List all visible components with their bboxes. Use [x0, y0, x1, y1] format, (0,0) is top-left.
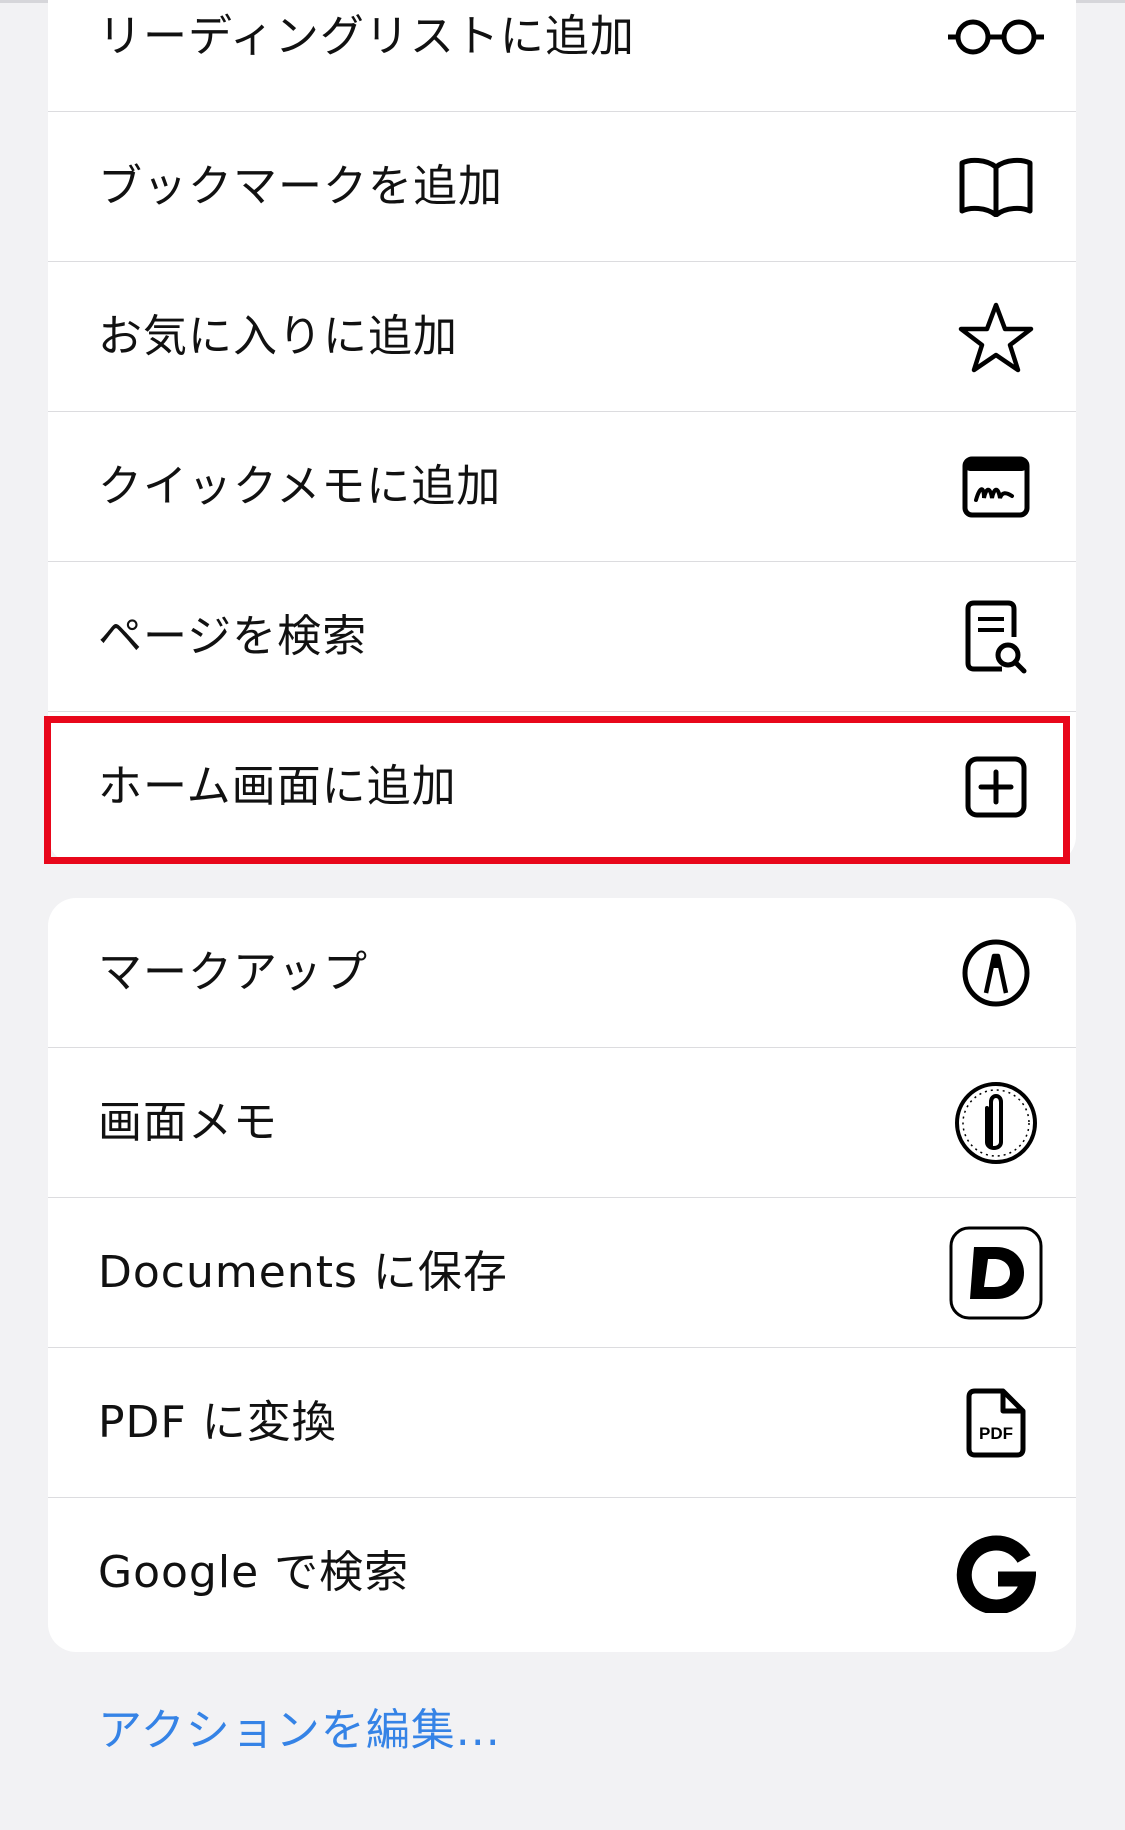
pdf-file-icon: PDF	[946, 1375, 1046, 1471]
row-label: Documents に保存	[98, 1247, 508, 1298]
star-icon	[946, 289, 1046, 385]
find-on-page-button[interactable]: ページを検索	[48, 562, 1076, 712]
share-actions-group-2: マークアップ 画面メモ Documents に保存 D PDF に変換 PDF …	[48, 898, 1076, 1652]
share-actions-group-1: リーディングリストに追加 ブックマークを追加 お気に入りに追加 クイックメモに追…	[48, 0, 1076, 864]
plus-square-icon	[946, 739, 1046, 835]
row-label: マークアップ	[98, 947, 368, 998]
row-label: クイックメモに追加	[98, 461, 502, 512]
add-bookmark-button[interactable]: ブックマークを追加	[48, 112, 1076, 262]
documents-app-icon: D	[946, 1225, 1046, 1321]
google-g-icon	[946, 1525, 1046, 1621]
paperclip-dial-icon	[946, 1075, 1046, 1171]
row-label: リーディングリストに追加	[98, 11, 635, 62]
add-to-favorites-button[interactable]: お気に入りに追加	[48, 262, 1076, 412]
search-with-google-button[interactable]: Google で検索	[48, 1498, 1076, 1648]
row-label: Google で検索	[98, 1547, 410, 1598]
row-label: ホーム画面に追加	[98, 761, 457, 812]
screen-memo-button[interactable]: 画面メモ	[48, 1048, 1076, 1198]
documents-icon-letter: D	[948, 1225, 949, 1226]
quick-note-icon	[946, 439, 1046, 535]
markup-button[interactable]: マークアップ	[48, 898, 1076, 1048]
row-label: ページを検索	[98, 611, 368, 662]
pdf-icon-text: PDF	[979, 1424, 1013, 1443]
book-icon	[946, 139, 1046, 235]
row-label: PDF に変換	[98, 1397, 337, 1448]
markup-pen-icon	[946, 925, 1046, 1021]
row-label: 画面メモ	[98, 1097, 278, 1148]
edit-actions-link[interactable]: アクションを編集...	[98, 1694, 501, 1758]
doc-search-icon	[946, 589, 1046, 685]
add-to-quick-note-button[interactable]: クイックメモに追加	[48, 412, 1076, 562]
convert-to-pdf-button[interactable]: PDF に変換 PDF	[48, 1348, 1076, 1498]
glasses-icon	[946, 0, 1046, 85]
row-label: ブックマークを追加	[98, 161, 503, 212]
save-to-documents-button[interactable]: Documents に保存 D	[48, 1198, 1076, 1348]
add-to-reading-list-button[interactable]: リーディングリストに追加	[48, 0, 1076, 112]
add-to-home-screen-button[interactable]: ホーム画面に追加	[48, 712, 1076, 862]
row-label: お気に入りに追加	[98, 311, 458, 362]
